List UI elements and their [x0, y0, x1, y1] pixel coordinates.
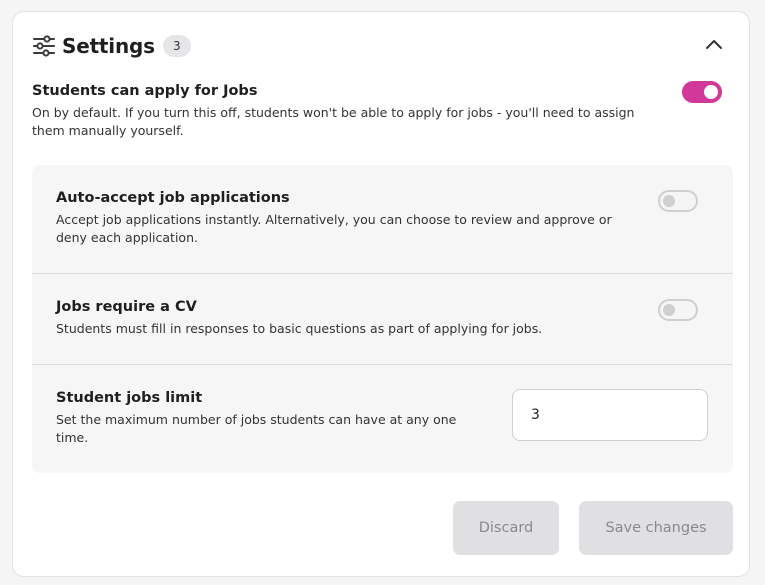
sub-settings-panel: Auto-accept job applications Accept job …: [32, 165, 733, 473]
setting-description: Accept job applications instantly. Alter…: [56, 212, 612, 245]
discard-button[interactable]: Discard: [453, 501, 559, 555]
setting-require-cv: Jobs require a CV Students must fill in …: [32, 274, 733, 364]
students-apply-jobs-toggle[interactable]: [682, 81, 722, 103]
toggle-knob: [663, 304, 675, 316]
settings-count-badge: 3: [162, 35, 191, 57]
toggle-knob: [663, 195, 675, 207]
toggle-knob: [704, 85, 718, 99]
setting-students-apply-jobs: Students can apply for Jobs On by defaul…: [32, 83, 652, 140]
require-cv-toggle[interactable]: [658, 299, 698, 321]
setting-auto-accept: Auto-accept job applications Accept job …: [32, 165, 733, 273]
setting-description: Set the maximum number of jobs students …: [56, 412, 457, 445]
page-title: Settings: [62, 34, 155, 58]
settings-card: Settings 3 Students can apply for Jobs O…: [12, 11, 750, 577]
save-changes-button[interactable]: Save changes: [579, 501, 733, 555]
chevron-up-icon[interactable]: [705, 36, 723, 50]
settings-header: Settings 3: [32, 33, 191, 59]
jobs-limit-input[interactable]: [512, 389, 708, 441]
setting-title: Jobs require a CV: [56, 299, 197, 315]
sliders-icon: [32, 34, 56, 58]
setting-title: Students can apply for Jobs: [32, 83, 258, 99]
setting-title: Student jobs limit: [56, 390, 203, 406]
setting-title: Auto-accept job applications: [56, 190, 290, 206]
setting-description: On by default. If you turn this off, stu…: [32, 105, 635, 138]
setting-description: Students must fill in responses to basic…: [56, 321, 543, 336]
auto-accept-toggle[interactable]: [658, 190, 698, 212]
